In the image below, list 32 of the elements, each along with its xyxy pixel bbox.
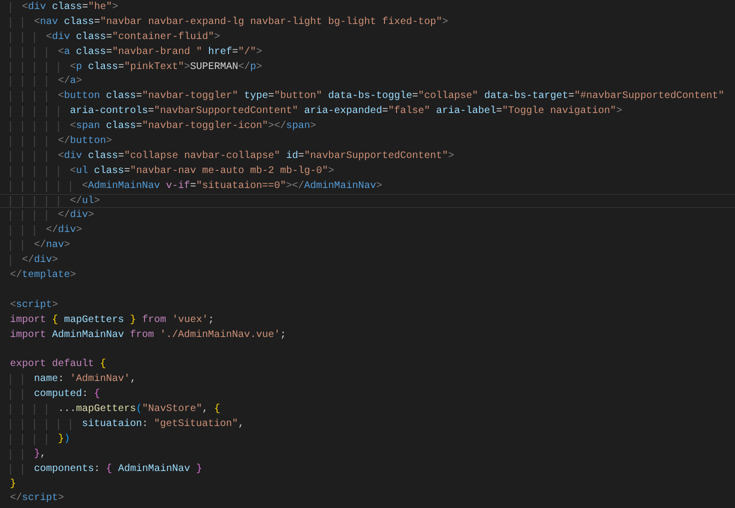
code-line: <div class="collapse navbar-collapse" id="navbarSupportedContent"> bbox=[10, 148, 735, 164]
code-line: import { mapGetters } from 'vuex'; bbox=[10, 314, 216, 328]
code-line: <AdminMainNav v-if="situataion==0"></AdminMainNav> bbox=[10, 178, 735, 194]
code-line: <a class="navbar-brand " href="/"> bbox=[10, 44, 735, 60]
code-line: }) bbox=[10, 432, 735, 447]
code-line: </div> bbox=[10, 223, 735, 238]
code-line: </nav> bbox=[10, 238, 735, 254]
code-line: name: 'AdminNav', bbox=[10, 372, 735, 388]
code-line: <p class="pinkText">SUPERMAN</p> bbox=[10, 60, 735, 74]
code-line: <nav class="navbar navbar-expand-lg navbar-light bg-light fixed-top"> bbox=[10, 14, 735, 30]
code-line: </ul> bbox=[0, 194, 735, 208]
code-line: ...mapGetters("NavStore", { bbox=[10, 402, 735, 417]
code-line: <span class="navbar-toggler-icon"></span> bbox=[10, 119, 735, 134]
code-line: </div> bbox=[10, 253, 735, 268]
code-line: <ul class="navbar-nav me-auto mb-2 mb-lg-0"> bbox=[10, 164, 735, 179]
code-line: <div class="he"> bbox=[10, 0, 735, 15]
code-line: </script> bbox=[10, 492, 66, 506]
code-line: aria-controls="navbarSupportedContent" aria-expanded="false" aria-label="Toggle navigation"> bbox=[10, 104, 735, 120]
code-line: </div> bbox=[10, 208, 735, 224]
code-line: import AdminMainNav from './AdminMainNav.vue'; bbox=[10, 328, 288, 342]
code-line: situataion: "getSituation", bbox=[10, 416, 735, 432]
code-line: }, bbox=[10, 446, 735, 462]
code-line: </a> bbox=[10, 74, 735, 90]
code-line: <button class="navbar-toggler" type="button" data-bs-toggle="collapse" data-bs-target="#navbarSupportedContent" bbox=[10, 89, 735, 104]
code-line: </template> bbox=[10, 268, 78, 283]
code-line: components: { AdminMainNav } bbox=[10, 462, 735, 476]
code-line: } bbox=[10, 478, 18, 492]
code-line: <div class="container-fluid"> bbox=[10, 30, 735, 45]
code-line: computed: { bbox=[10, 387, 735, 402]
code-line: <script> bbox=[10, 298, 60, 313]
code-line: </button> bbox=[10, 134, 735, 149]
code-line: export default { bbox=[10, 358, 108, 372]
